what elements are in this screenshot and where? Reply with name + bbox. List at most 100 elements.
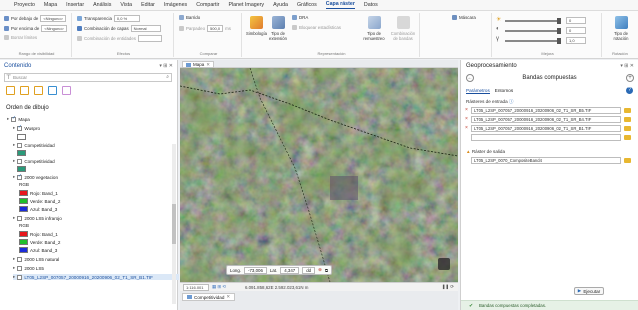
run-button[interactable]: ▶ Ejecutar	[574, 287, 604, 295]
map-canvas[interactable]	[180, 68, 458, 282]
menu-item-2[interactable]: Insertar	[66, 2, 84, 8]
menu-item-10[interactable]: Gráficos	[297, 2, 317, 8]
toc-item[interactable]: Azul: Band_3	[19, 247, 57, 253]
toc-item[interactable]: Rojo: Band_1	[19, 231, 58, 237]
toc-item[interactable]: Verde: Band_2	[19, 198, 60, 204]
pane-controls[interactable]: ▾ ⊞ ✕	[159, 63, 173, 69]
browse-folder-icon[interactable]	[624, 117, 631, 122]
list-by-editing-icon[interactable]	[48, 86, 57, 95]
toc-item[interactable]: ▸ 2000 vegetacion	[13, 173, 58, 180]
toc-item[interactable]: ▸ Mapa	[7, 115, 30, 122]
expand-arrow-icon[interactable]: ▸	[13, 142, 15, 148]
layer-checkbox[interactable]	[17, 265, 23, 271]
menu-item-1[interactable]: Mapa	[44, 2, 57, 8]
clear-limits-button[interactable]: Borrar límites	[11, 35, 37, 40]
expand-arrow-icon[interactable]: ▸	[7, 116, 9, 122]
brightness-value[interactable]: 0	[566, 17, 586, 24]
menu-item-11[interactable]: Capa ráster	[325, 1, 355, 9]
layer-checkbox[interactable]	[17, 215, 23, 221]
browse-folder-icon[interactable]	[624, 135, 631, 140]
tab-competitividad[interactable]: Competitividad ✕	[182, 293, 236, 301]
layer-checkbox[interactable]	[11, 115, 17, 122]
resampling-button[interactable]: Tipo de remuestreo	[362, 16, 386, 41]
contrast-slider[interactable]	[505, 28, 561, 34]
toc-item[interactable]	[17, 150, 26, 156]
layer-checkbox[interactable]	[17, 173, 23, 180]
toc-item[interactable]: ▸ Competitividad	[13, 158, 55, 164]
tab-map[interactable]: Mapa ✕	[182, 61, 215, 68]
mask-button[interactable]: Máscara	[459, 15, 476, 20]
expand-arrow-icon[interactable]: ▸	[13, 265, 15, 271]
layer-checkbox[interactable]	[17, 142, 23, 148]
close-icon[interactable]: ✕	[226, 294, 230, 300]
browse-folder-icon[interactable]	[624, 126, 631, 131]
info-icon[interactable]: ⓘ	[509, 99, 514, 104]
tab-environments[interactable]: Entornos	[495, 88, 513, 94]
expand-arrow-icon[interactable]: ▸	[13, 215, 15, 221]
layer-checkbox[interactable]	[17, 256, 23, 262]
dra-button[interactable]: DRA	[299, 15, 308, 20]
close-icon[interactable]: ✕	[206, 62, 210, 68]
copy-icon[interactable]: ⧉	[325, 268, 328, 273]
layer-checkbox[interactable]	[17, 124, 23, 131]
layer-blend-dropdown[interactable]: Normal	[130, 25, 161, 32]
scale-dropdown[interactable]: 1:116.001	[183, 283, 209, 291]
toc-item[interactable]: ▸ 2000 LS5 natural	[13, 256, 59, 262]
input-raster-field[interactable]: LT05_L2SP_007057_20000916_20200906_02_T1…	[471, 116, 621, 123]
layer-checkbox[interactable]	[17, 158, 23, 164]
band-combination-button[interactable]: Combinación de bandas	[390, 16, 416, 41]
list-by-snapping-icon[interactable]	[62, 86, 71, 95]
list-by-source-icon[interactable]	[20, 86, 29, 95]
menu-item-8[interactable]: Planet Imagery	[228, 2, 264, 8]
below-dropdown[interactable]: <Ninguno>	[40, 15, 66, 22]
toc-item[interactable]: Rojo: Band_1	[19, 190, 58, 196]
stretch-type-button[interactable]: Tipo de extensión	[268, 16, 288, 41]
menu-item-9[interactable]: Ayuda	[273, 2, 288, 8]
toc-item[interactable]	[17, 134, 26, 140]
longitude-input[interactable]: -73,006	[244, 266, 267, 274]
toc-item[interactable]: Verde: Band_2	[19, 239, 60, 245]
list-by-selection-icon[interactable]	[34, 86, 43, 95]
back-arrow-icon[interactable]: ←	[466, 74, 474, 82]
toc-item[interactable]: RGB	[19, 182, 29, 187]
toc-item[interactable]: RGB	[19, 223, 29, 228]
remove-icon[interactable]: ×	[465, 125, 468, 131]
pane-controls[interactable]: ▾ ⊞ ✕	[620, 63, 634, 69]
tab-parameters[interactable]: Parámetros	[466, 88, 490, 94]
add-icon[interactable]: +	[626, 74, 634, 82]
remove-icon[interactable]: ×	[465, 107, 468, 113]
pause-icon[interactable]: ❚❚ ⟳	[442, 284, 454, 290]
flicker-label[interactable]: Parpadeo	[186, 26, 205, 31]
navigation-tools-icon[interactable]: ▦ ⊞ ⟲	[212, 284, 226, 290]
brightness-slider[interactable]	[505, 18, 561, 24]
contents-search-input[interactable]: ⊤ Buscar ⌕	[4, 73, 172, 82]
output-raster-field[interactable]: LT05_L2SP_0070_CompositeBand4	[471, 157, 621, 164]
menu-item-3[interactable]: Análisis	[93, 2, 111, 8]
expand-arrow-icon[interactable]: ▸	[13, 256, 15, 262]
input-raster-field[interactable]	[471, 134, 621, 141]
map-nav-icon[interactable]	[438, 258, 450, 270]
expand-arrow-icon[interactable]: ▸	[13, 274, 15, 280]
menu-item-12[interactable]: Datos	[364, 2, 378, 8]
toc-item[interactable]: Azul: Band_3	[19, 206, 57, 212]
flicker-rate-input[interactable]: 500,0	[207, 25, 224, 32]
toc-item[interactable]: ▸ 2000 LS5 infrarojo	[13, 215, 62, 221]
transparency-input[interactable]: 0,0 %	[113, 15, 140, 22]
expand-arrow-icon[interactable]: ▸	[13, 158, 15, 164]
contents-scrollbar[interactable]	[172, 144, 176, 304]
input-raster-field[interactable]: LT05_L2SP_007057_20000916_20200906_02_T1…	[471, 107, 621, 114]
toc-item[interactable]: ▸ Competitividad	[13, 142, 55, 148]
expand-arrow-icon[interactable]: ▸	[13, 125, 15, 131]
expand-arrow-icon[interactable]: ▸	[13, 174, 15, 180]
lock-stats-button[interactable]: Bloquear estadísticas	[299, 25, 341, 30]
toc-item[interactable]: ▸ 2000 LS5	[13, 265, 44, 271]
input-raster-field[interactable]: LT05_L2SP_007057_20000916_20200906_02_T1…	[471, 125, 621, 132]
gamma-value[interactable]: 1,0	[566, 37, 586, 44]
gamma-slider[interactable]	[505, 38, 561, 44]
list-by-drawing-order-icon[interactable]	[6, 86, 15, 95]
toc-item[interactable]: ▸ LT05_L2SP_007057_20000916_20200906_02_T…	[13, 274, 179, 280]
rotation-type-button[interactable]: Tipo de rotación	[608, 16, 634, 41]
menu-item-4[interactable]: Vista	[120, 2, 132, 8]
symbology-button[interactable]: Simbología	[246, 16, 267, 36]
browse-folder-icon[interactable]	[624, 158, 631, 163]
